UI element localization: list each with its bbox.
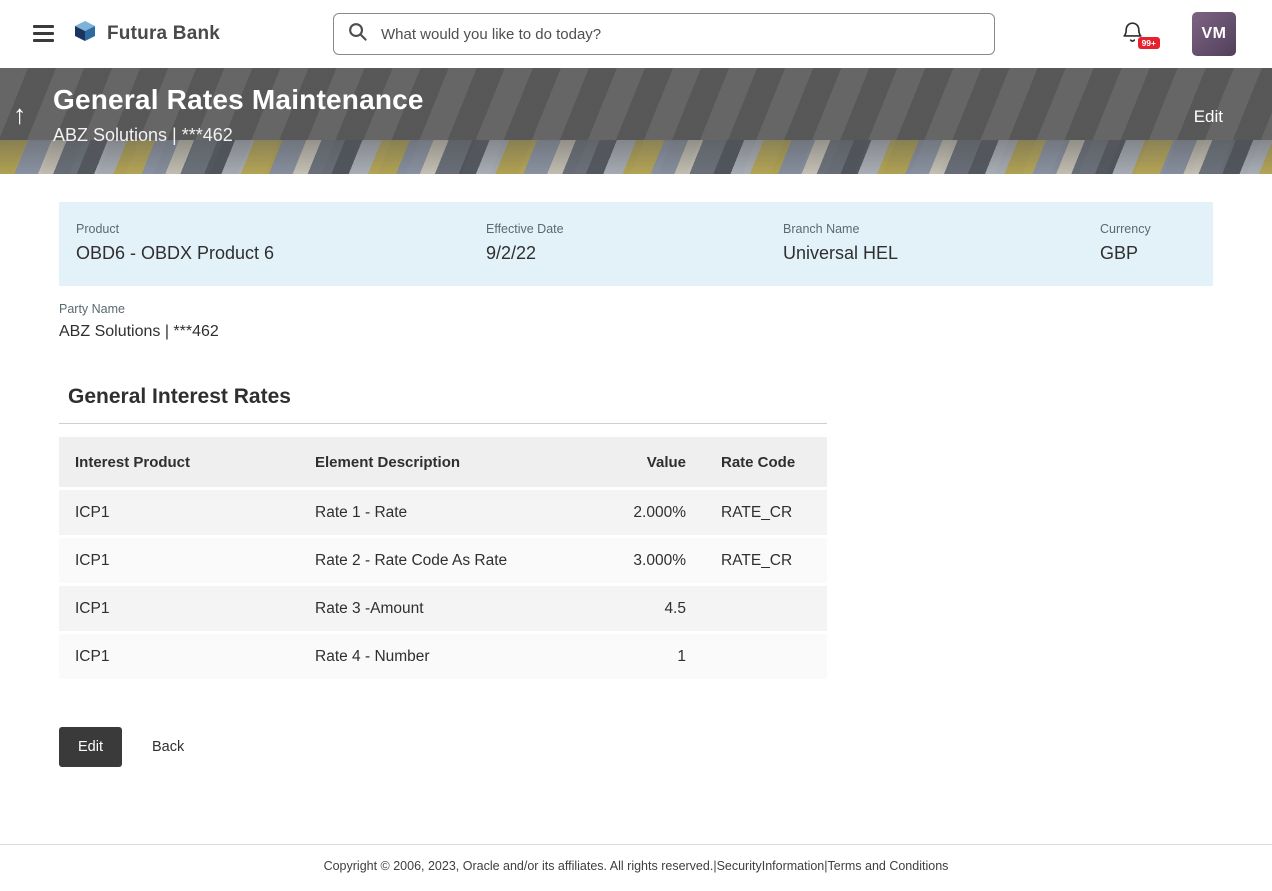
cell-interest-product: ICP1 xyxy=(59,600,315,618)
table-row: ICP1 Rate 3 -Amount 4.5 xyxy=(59,586,827,631)
summary-field-effective-date: Effective Date 9/2/22 xyxy=(486,222,783,264)
security-information-link[interactable]: SecurityInformation xyxy=(717,859,825,873)
rates-table: Interest Product Element Description Val… xyxy=(59,437,827,679)
cell-element-description: Rate 2 - Rate Code As Rate xyxy=(315,552,545,570)
search-icon xyxy=(347,21,368,47)
cell-value: 1 xyxy=(545,648,686,666)
copyright-text: Copyright © 2006, 2023, Oracle and/or it… xyxy=(324,859,714,873)
notifications-button[interactable]: 99+ xyxy=(1120,19,1146,47)
banner-text: General Rates Maintenance ABZ Solutions … xyxy=(53,84,424,146)
page-footer: Copyright © 2006, 2023, Oracle and/or it… xyxy=(0,844,1272,891)
field-label: Product xyxy=(76,222,486,236)
general-interest-rates-section: General Interest Rates Interest Product … xyxy=(59,385,827,679)
table-row: ICP1 Rate 1 - Rate 2.000% RATE_CR xyxy=(59,490,827,535)
table-header-row: Interest Product Element Description Val… xyxy=(59,437,827,487)
field-label: Effective Date xyxy=(486,222,783,236)
search-input[interactable] xyxy=(379,25,981,44)
cell-value: 2.000% xyxy=(545,504,686,522)
table-row: ICP1 Rate 4 - Number 1 xyxy=(59,634,827,679)
cell-interest-product: ICP1 xyxy=(59,504,315,522)
cell-rate-code: RATE_CR xyxy=(686,552,827,570)
summary-field-product: Product OBD6 - OBDX Product 6 xyxy=(76,222,486,264)
back-to-top-arrow-icon[interactable]: ↑ xyxy=(13,101,27,128)
field-value: 9/2/22 xyxy=(486,243,783,264)
record-summary-panel: Product OBD6 - OBDX Product 6 Effective … xyxy=(59,202,1213,286)
back-button[interactable]: Back xyxy=(146,738,190,756)
cell-interest-product: ICP1 xyxy=(59,552,315,570)
terms-and-conditions-link[interactable]: Terms and Conditions xyxy=(828,859,949,873)
party-name-label: Party Name xyxy=(59,302,1213,316)
column-header-rate-code: Rate Code xyxy=(686,454,827,471)
banner-edit-link[interactable]: Edit xyxy=(1194,107,1223,127)
main-content: Product OBD6 - OBDX Product 6 Effective … xyxy=(0,202,1272,767)
page-banner: ↑ General Rates Maintenance ABZ Solution… xyxy=(0,68,1272,174)
top-header: Futura Bank 99+ VM xyxy=(0,0,1272,68)
summary-field-currency: Currency GBP xyxy=(1100,222,1213,264)
cell-value: 4.5 xyxy=(545,600,686,618)
party-name-block: Party Name ABZ Solutions | ***462 xyxy=(59,302,1213,341)
notification-count-badge: 99+ xyxy=(1138,37,1160,50)
table-body: ICP1 Rate 1 - Rate 2.000% RATE_CR ICP1 R… xyxy=(59,490,827,679)
party-name-value: ABZ Solutions | ***462 xyxy=(59,323,1213,341)
edit-button[interactable]: Edit xyxy=(59,727,122,767)
hamburger-menu-icon[interactable] xyxy=(33,25,54,42)
field-label: Branch Name xyxy=(783,222,1100,236)
cell-interest-product: ICP1 xyxy=(59,648,315,666)
page-subtitle: ABZ Solutions | ***462 xyxy=(53,125,424,146)
column-header-value: Value xyxy=(545,454,686,471)
page-title: General Rates Maintenance xyxy=(53,84,424,116)
field-value: GBP xyxy=(1100,243,1213,264)
cell-element-description: Rate 4 - Number xyxy=(315,648,545,666)
user-avatar[interactable]: VM xyxy=(1192,12,1236,56)
field-label: Currency xyxy=(1100,222,1213,236)
bank-logo-icon xyxy=(72,18,98,49)
column-header-interest-product: Interest Product xyxy=(59,454,315,471)
column-header-element-description: Element Description xyxy=(315,454,545,471)
action-buttons: Edit Back xyxy=(59,727,1213,767)
cell-element-description: Rate 1 - Rate xyxy=(315,504,545,522)
cell-rate-code: RATE_CR xyxy=(686,504,827,522)
section-heading: General Interest Rates xyxy=(59,385,827,424)
field-value: OBD6 - OBDX Product 6 xyxy=(76,243,486,264)
brand-logo[interactable]: Futura Bank xyxy=(72,18,220,49)
global-search xyxy=(333,13,995,55)
brand-name: Futura Bank xyxy=(107,23,220,45)
summary-field-branch-name: Branch Name Universal HEL xyxy=(783,222,1100,264)
cell-value: 3.000% xyxy=(545,552,686,570)
field-value: Universal HEL xyxy=(783,243,1100,264)
table-row: ICP1 Rate 2 - Rate Code As Rate 3.000% R… xyxy=(59,538,827,583)
cell-element-description: Rate 3 -Amount xyxy=(315,600,545,618)
